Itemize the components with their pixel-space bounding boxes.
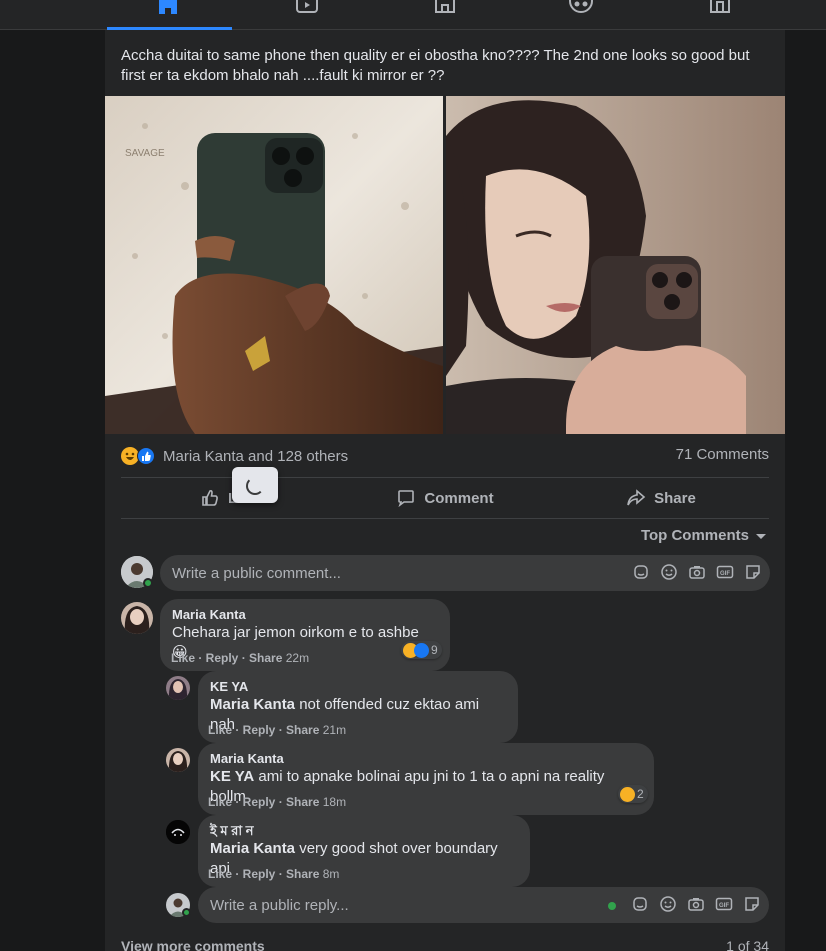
svg-text:GIF: GIF	[719, 903, 729, 909]
reply-meta: Like · Reply · Share 21m	[208, 723, 346, 737]
comment-time[interactable]: 22m	[286, 651, 309, 665]
sticker-icon[interactable]	[743, 895, 761, 913]
active-status-icon	[603, 895, 621, 913]
post-photo-right[interactable]	[446, 96, 785, 434]
comment-reactions-badge[interactable]: 9	[401, 641, 442, 659]
avatar-sticker-icon[interactable]	[631, 895, 649, 913]
caret-down-icon	[756, 533, 766, 539]
reply-input-tools: GIF	[603, 895, 761, 913]
like-reaction-icon	[414, 642, 429, 658]
reply-meta: Like · Reply · Share 18m	[208, 795, 346, 809]
reply-time[interactable]: 21m	[323, 723, 346, 737]
sort-label: Top Comments	[640, 527, 749, 544]
reply-time[interactable]: 8m	[323, 867, 340, 881]
reactions-label[interactable]: Maria Kanta and 128 others	[163, 448, 348, 465]
comments-pager: 1 of 34	[726, 938, 769, 951]
emoji-icon[interactable]	[660, 563, 678, 581]
replier-avatar[interactable]	[166, 748, 190, 772]
haha-reaction-icon	[620, 786, 635, 802]
reactions-summary[interactable]: Maria Kanta and 128 others	[121, 445, 348, 467]
sticker-icon[interactable]	[744, 563, 762, 581]
reply-reaction-count: 2	[637, 787, 644, 801]
online-status-icon	[182, 908, 191, 917]
reply-mention[interactable]: Maria Kanta	[210, 840, 295, 857]
gif-icon[interactable]: GIF	[715, 895, 733, 913]
comment-actions[interactable]: Like · Reply · Share	[171, 651, 282, 665]
share-icon	[627, 489, 646, 506]
reply-input-placeholder: Write a public reply...	[210, 896, 349, 914]
emoji-icon[interactable]	[659, 895, 677, 913]
comment-input-tools: GIF	[632, 563, 762, 581]
reply-input[interactable]: Write a public reply... GIF	[198, 887, 769, 923]
loading-popup	[232, 467, 278, 503]
replier-avatar[interactable]	[166, 676, 190, 700]
view-more-comments-link[interactable]: View more comments	[121, 938, 265, 951]
reply-actions[interactable]: Like · Reply · Share	[208, 723, 319, 737]
loading-spinner-icon	[246, 477, 264, 495]
svg-text:GIF: GIF	[720, 571, 730, 577]
gif-icon[interactable]: GIF	[716, 563, 734, 581]
reply-actions[interactable]: Like · Reply · Share	[208, 867, 319, 881]
comment-label: Comment	[424, 489, 494, 507]
comment-input[interactable]: Write a public comment... GIF	[160, 555, 770, 591]
like-reaction-icon	[137, 447, 155, 465]
post-photo-left[interactable]: SAVAGE	[105, 96, 443, 434]
reply-author[interactable]: KE YA	[210, 679, 506, 695]
reply-author[interactable]: Maria Kanta	[210, 751, 642, 767]
share-label: Share	[654, 489, 696, 507]
reply-author[interactable]: ই ম রা ন	[210, 823, 518, 839]
home-icon[interactable]	[156, 0, 180, 14]
comment-input-placeholder: Write a public comment...	[172, 564, 341, 582]
comment-sort-dropdown[interactable]: Top Comments	[641, 527, 767, 544]
comment-meta: Like · Reply · Share 22m	[171, 651, 309, 665]
gaming-icon[interactable]	[708, 0, 732, 14]
comment-reaction-count: 9	[431, 643, 438, 657]
camera-icon[interactable]	[688, 563, 706, 581]
comment-author[interactable]: Maria Kanta	[172, 607, 438, 623]
watch-icon[interactable]	[295, 0, 319, 14]
like-icon	[202, 489, 218, 506]
reply-reactions-badge[interactable]: 2	[618, 785, 648, 803]
post-text: Accha duitai to same phone then quality …	[121, 47, 750, 84]
post-card: Accha duitai to same phone then quality …	[105, 30, 785, 951]
comments-count[interactable]: 71 Comments	[676, 446, 769, 463]
reply-actions[interactable]: Like · Reply · Share	[208, 795, 319, 809]
comment-button[interactable]: Comment	[337, 478, 553, 518]
groups-icon[interactable]	[569, 0, 593, 14]
like-button[interactable]: Like	[121, 478, 337, 518]
reply-meta: Like · Reply · Share 8m	[208, 867, 339, 881]
marketplace-icon[interactable]	[433, 0, 457, 14]
comment-icon	[398, 490, 415, 508]
reply-mention[interactable]: KE YA	[210, 768, 254, 785]
reply-time[interactable]: 18m	[323, 795, 346, 809]
top-navigation-bar	[0, 0, 826, 30]
post-actions-bar: Like Comment Share	[121, 477, 769, 519]
camera-icon[interactable]	[687, 895, 705, 913]
comments-footer: View more comments 1 of 34	[121, 938, 769, 951]
commenter-avatar[interactable]	[121, 602, 153, 634]
online-status-icon	[143, 578, 153, 588]
replier-avatar[interactable]	[166, 820, 190, 844]
reply-mention[interactable]: Maria Kanta	[210, 696, 295, 713]
share-button[interactable]: Share	[553, 478, 769, 518]
avatar-sticker-icon[interactable]	[632, 563, 650, 581]
svg-text:SAVAGE: SAVAGE	[125, 148, 165, 159]
